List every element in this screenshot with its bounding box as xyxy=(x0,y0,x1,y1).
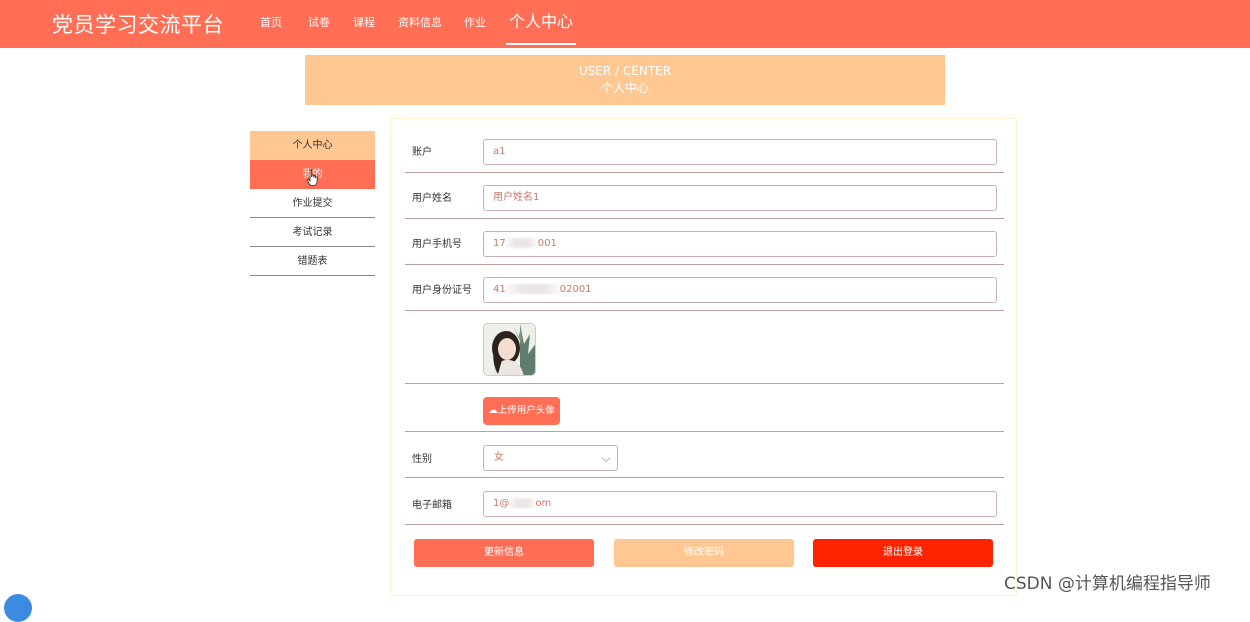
idcard-value-end: 02001 xyxy=(559,284,592,295)
redacted-blur xyxy=(509,498,536,508)
change-password-button[interactable]: 修改密码 xyxy=(614,539,794,567)
account-input[interactable]: a1 xyxy=(483,139,997,165)
email-label: 电子邮箱 xyxy=(412,500,452,511)
cloud-upload-icon: ☁ xyxy=(488,405,498,416)
redacted-blur xyxy=(505,284,560,294)
nav-item-materials[interactable]: 资料信息 xyxy=(398,0,442,46)
upload-avatar-button[interactable]: ☁上传用户头像 xyxy=(483,397,560,425)
hand-cursor-icon xyxy=(307,169,318,186)
form-row-upload: ☁上传用户头像 xyxy=(405,384,1004,432)
nav-item-personal-center[interactable]: 个人中心 xyxy=(506,0,576,45)
form-row-phone: 用户手机号 17 001 xyxy=(405,219,1004,265)
sidebar-item-wrong-questions[interactable]: 错题表 xyxy=(250,247,375,276)
account-label: 账户 xyxy=(412,147,432,158)
avatar-portrait-icon xyxy=(484,324,535,375)
sidebar-menu: 个人中心 我的 作业提交 考试记录 错题表 xyxy=(250,131,375,276)
gender-selected-value: 女 xyxy=(494,452,504,463)
phone-value-start: 17 xyxy=(493,238,506,249)
idcard-input[interactable]: 41 02001 xyxy=(483,277,997,303)
form-row-name: 用户姓名 用户姓名1 xyxy=(405,173,1004,219)
chevron-down-icon xyxy=(601,453,611,463)
profile-form: 账户 a1 用户姓名 用户姓名1 用户手机号 17 001 用户身份证号 41 02… xyxy=(390,118,1017,596)
update-info-button[interactable]: 更新信息 xyxy=(414,539,594,567)
name-input[interactable]: 用户姓名1 xyxy=(483,185,997,211)
nav-item-exam-papers[interactable]: 试卷 xyxy=(308,0,330,46)
form-row-account: 账户 a1 xyxy=(405,127,1004,173)
phone-value-end: 001 xyxy=(537,238,557,249)
sidebar-item-exam-records[interactable]: 考试记录 xyxy=(250,218,375,247)
page-banner: USER / CENTER 个人中心 xyxy=(305,55,945,105)
user-avatar xyxy=(483,323,536,376)
form-row-idcard: 用户身份证号 41 02001 xyxy=(405,265,1004,311)
banner-title-cn: 个人中心 xyxy=(600,81,649,95)
email-value-start: 1@ xyxy=(493,498,510,509)
phone-input[interactable]: 17 001 xyxy=(483,231,997,257)
logout-button[interactable]: 退出登录 xyxy=(813,539,993,567)
phone-label: 用户手机号 xyxy=(412,239,462,250)
banner-title-en: USER / CENTER xyxy=(578,64,672,78)
form-row-email: 电子邮箱 1@ om xyxy=(405,478,1004,525)
app-title: 党员学习交流平台 xyxy=(52,13,224,37)
email-value-end: om xyxy=(535,498,552,509)
form-row-avatar xyxy=(405,311,1004,384)
sidebar-item-homework-submit[interactable]: 作业提交 xyxy=(250,189,375,218)
upload-avatar-label: 上传用户头像 xyxy=(497,405,555,416)
csdn-watermark: CSDN @计算机编程指导师 xyxy=(1004,574,1211,594)
nav-item-courses[interactable]: 课程 xyxy=(353,0,375,46)
name-label: 用户姓名 xyxy=(412,193,452,204)
redacted-blur xyxy=(505,238,538,248)
nav-item-homework[interactable]: 作业 xyxy=(464,0,486,46)
nav-item-home[interactable]: 首页 xyxy=(260,0,282,46)
idcard-value-start: 41 xyxy=(493,284,506,295)
floating-help-icon[interactable] xyxy=(4,594,32,622)
gender-label: 性别 xyxy=(412,454,432,465)
sidebar-item-personal-center[interactable]: 个人中心 xyxy=(250,131,375,160)
email-input[interactable]: 1@ om xyxy=(483,491,997,517)
gender-select[interactable]: 女 xyxy=(483,445,618,471)
idcard-label: 用户身份证号 xyxy=(412,285,472,296)
top-navbar: 党员学习交流平台 首页 试卷 课程 资料信息 作业 个人中心 xyxy=(0,0,1250,48)
form-row-gender: 性别 女 xyxy=(405,432,1004,478)
